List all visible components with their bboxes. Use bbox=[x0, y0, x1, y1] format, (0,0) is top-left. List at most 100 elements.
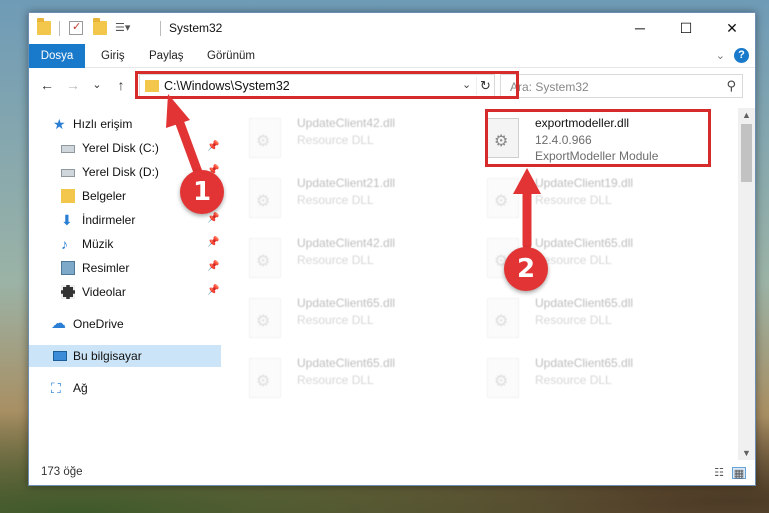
drive-icon bbox=[61, 145, 75, 153]
customize-toolbar-icon[interactable]: ☰▾ bbox=[115, 21, 130, 35]
sidebar-item-quick-access[interactable]: ★ Hızlı erişim bbox=[29, 113, 221, 135]
dll-file-icon: ⚙ bbox=[249, 298, 281, 338]
file-tile[interactable]: ⚙ UpdateClient65.dll Resource DLL bbox=[241, 352, 471, 406]
sidebar-item-label: OneDrive bbox=[73, 317, 124, 331]
dll-file-icon: ⚙ bbox=[249, 178, 281, 218]
computer-icon bbox=[53, 351, 67, 361]
file-type: Resource DLL bbox=[535, 193, 612, 207]
file-tile[interactable]: ⚙ UpdateClient65.dll Resource DLL bbox=[241, 292, 471, 346]
sidebar-item-onedrive[interactable]: ☁ OneDrive bbox=[29, 313, 221, 335]
file-type: Resource DLL bbox=[297, 373, 374, 387]
sidebar-item-label: Yerel Disk (C:) bbox=[82, 141, 159, 155]
cloud-icon: ☁ bbox=[51, 315, 66, 332]
sidebar-item-downloads[interactable]: ⬇ İndirmeler 📌 bbox=[29, 209, 221, 231]
sidebar-item-videos[interactable]: Videolar 📌 bbox=[29, 281, 221, 303]
pictures-icon bbox=[61, 261, 75, 275]
tab-share[interactable]: Paylaş bbox=[139, 44, 194, 68]
dll-file-icon: ⚙ bbox=[487, 178, 519, 218]
pin-icon: 📌 bbox=[207, 285, 220, 296]
file-type: Resource DLL bbox=[297, 313, 374, 327]
sidebar-item-network[interactable]: ⛶ Ağ bbox=[29, 377, 221, 399]
dll-file-icon: ⚙ bbox=[487, 298, 519, 338]
video-icon bbox=[61, 285, 75, 299]
dll-file-icon: ⚙ bbox=[249, 358, 281, 398]
network-icon: ⛶ bbox=[51, 380, 61, 396]
help-icon[interactable]: ? bbox=[734, 48, 749, 63]
sidebar-item-label: Belgeler bbox=[82, 189, 127, 203]
maximize-button[interactable]: ☐ bbox=[663, 13, 709, 44]
forward-arrow-icon[interactable]: → bbox=[63, 75, 83, 95]
sidebar-item-local-disk-c[interactable]: Yerel Disk (C:) 📌 bbox=[29, 137, 221, 159]
folder-icon bbox=[37, 18, 51, 35]
divider bbox=[160, 21, 161, 36]
search-input[interactable]: Ara: System32 ⚲ bbox=[500, 74, 743, 98]
drive-icon bbox=[61, 169, 75, 177]
file-tile[interactable]: ⚙ UpdateClient65.dll Resource DLL bbox=[479, 352, 709, 406]
sidebar-item-label: Resimler bbox=[82, 261, 130, 275]
file-type: Resource DLL bbox=[535, 313, 612, 327]
file-name: UpdateClient65.dll bbox=[535, 296, 634, 310]
file-name: UpdateClient21.dll bbox=[297, 176, 396, 190]
scroll-up-icon[interactable]: ▲ bbox=[738, 108, 755, 122]
status-bar: 173 öğe ☷ ▦ bbox=[29, 463, 755, 485]
navigation-pane: ★ Hızlı erişim Yerel Disk (C:) 📌 Yerel D… bbox=[29, 108, 223, 448]
pin-icon: 📌 bbox=[207, 141, 220, 152]
tiles-view-icon[interactable]: ▦ bbox=[732, 467, 746, 480]
file-name: UpdateClient19.dll bbox=[535, 176, 634, 190]
tab-home[interactable]: Giriş bbox=[91, 44, 135, 68]
file-tile[interactable]: ⚙ UpdateClient19.dll Resource DLL bbox=[479, 172, 709, 226]
file-type: Resource DLL bbox=[297, 193, 374, 207]
close-button[interactable]: ✕ bbox=[709, 13, 755, 44]
search-icon[interactable]: ⚲ bbox=[726, 78, 736, 94]
sidebar-item-label: Bu bilgisayar bbox=[73, 349, 142, 363]
tab-view[interactable]: Görünüm bbox=[197, 44, 265, 68]
file-type: Resource DLL bbox=[297, 133, 374, 147]
sidebar-item-label: Hızlı erişim bbox=[73, 117, 133, 131]
recent-locations-icon[interactable]: ⌄ bbox=[87, 75, 107, 95]
properties-icon[interactable] bbox=[69, 20, 83, 35]
documents-icon bbox=[61, 189, 75, 203]
address-highlight-box bbox=[135, 71, 519, 99]
tab-file[interactable]: Dosya bbox=[29, 44, 85, 68]
file-tile[interactable]: ⚙ UpdateClient65.dll Resource DLL bbox=[479, 292, 709, 346]
divider bbox=[59, 21, 60, 36]
download-icon: ⬇ bbox=[61, 212, 73, 228]
music-icon: ♪ bbox=[61, 236, 68, 252]
chevron-down-icon[interactable]: ⌄ bbox=[716, 49, 725, 62]
details-view-icon[interactable]: ☷ bbox=[712, 467, 726, 479]
sidebar-item-this-pc[interactable]: Bu bilgisayar bbox=[29, 345, 221, 367]
file-tile[interactable]: ⚙ UpdateClient42.dll Resource DLL bbox=[241, 112, 471, 166]
ribbon: Dosya Giriş Paylaş Görünüm ⌄ ? bbox=[29, 44, 755, 68]
dll-file-icon: ⚙ bbox=[487, 358, 519, 398]
pin-icon: 📌 bbox=[207, 237, 220, 248]
step-2-badge: 2 bbox=[504, 247, 548, 291]
up-arrow-icon[interactable]: ↑ bbox=[111, 75, 131, 95]
step-1-badge: 1 bbox=[180, 170, 224, 214]
file-name: UpdateClient65.dll bbox=[535, 236, 634, 250]
file-tile[interactable]: ⚙ UpdateClient42.dll Resource DLL bbox=[241, 232, 471, 286]
minimize-button[interactable]: ─ bbox=[617, 13, 663, 44]
file-name: UpdateClient65.dll bbox=[297, 296, 396, 310]
sidebar-item-label: Müzik bbox=[82, 237, 114, 251]
file-type: Resource DLL bbox=[297, 253, 374, 267]
file-highlight-box bbox=[485, 109, 711, 167]
new-folder-icon[interactable] bbox=[93, 18, 107, 35]
item-count: 173 öğe bbox=[41, 466, 83, 478]
sidebar-item-label: Ağ bbox=[73, 381, 88, 395]
file-name: UpdateClient42.dll bbox=[297, 116, 396, 130]
dll-file-icon: ⚙ bbox=[249, 238, 281, 278]
sidebar-item-music[interactable]: ♪ Müzik 📌 bbox=[29, 233, 221, 255]
search-placeholder: Ara: System32 bbox=[510, 80, 589, 94]
back-arrow-icon[interactable]: ← bbox=[37, 75, 57, 95]
file-tile[interactable]: ⚙ UpdateClient21.dll Resource DLL bbox=[241, 172, 471, 226]
file-name: UpdateClient42.dll bbox=[297, 236, 396, 250]
vertical-scrollbar[interactable]: ▲ ▼ bbox=[738, 108, 755, 460]
scroll-down-icon[interactable]: ▼ bbox=[738, 446, 755, 460]
file-name: UpdateClient65.dll bbox=[535, 356, 634, 370]
scrollbar-thumb[interactable] bbox=[741, 124, 752, 182]
sidebar-item-pictures[interactable]: Resimler 📌 bbox=[29, 257, 221, 279]
file-name: UpdateClient65.dll bbox=[297, 356, 396, 370]
sidebar-item-label: Videolar bbox=[82, 285, 126, 299]
window-title: System32 bbox=[169, 21, 223, 35]
title-bar: ☰▾ System32 ─ ☐ ✕ bbox=[29, 13, 755, 44]
